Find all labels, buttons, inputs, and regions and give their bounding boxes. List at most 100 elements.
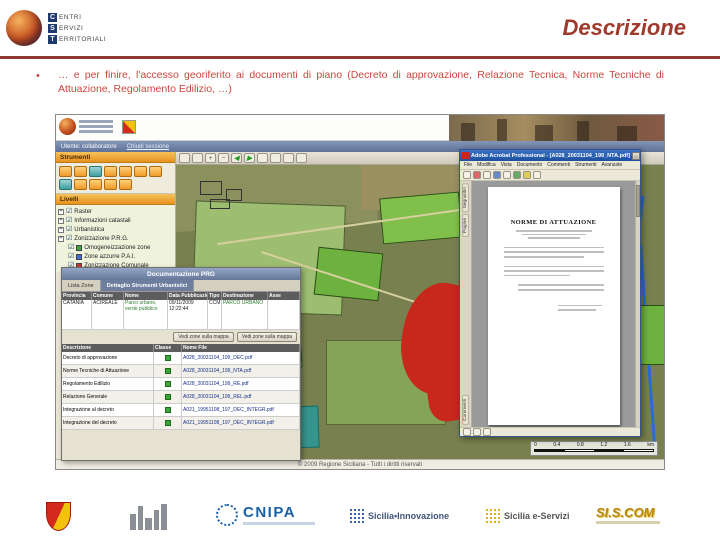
doc-file-link[interactable]: A028_20031104_199_RE.pdf <box>182 378 300 391</box>
doc-row[interactable]: Decreto di approvazione A028_20031104_19… <box>62 352 300 365</box>
tool-button[interactable] <box>59 166 72 177</box>
toolbar-button[interactable] <box>483 171 491 179</box>
expand-icon[interactable]: + <box>58 235 64 242</box>
checkbox-icon[interactable]: ☑ <box>68 253 74 260</box>
tool-button[interactable] <box>74 179 87 190</box>
doc-file-link[interactable]: A028_20031104_199_DEC.pdf <box>182 352 300 365</box>
doc-row[interactable]: Relazione Generale A028_20031104_199_REL… <box>62 391 300 404</box>
logo-word: ERRITORIALI <box>59 35 107 43</box>
layer-item[interactable]: + ☑ Raster <box>58 207 173 216</box>
acrobat-titlebar[interactable]: Adobe Acrobat Professional - [A028_20031… <box>460 150 640 161</box>
map-tool-button[interactable] <box>296 153 307 163</box>
dots-icon <box>349 508 364 523</box>
expand-icon[interactable]: + <box>58 217 64 224</box>
doc-class-cell <box>154 404 182 417</box>
menu-item[interactable]: Strumenti <box>575 162 596 168</box>
map-tool-button[interactable] <box>257 153 268 163</box>
scrollbar-thumb[interactable] <box>636 185 640 217</box>
zone-cell: 09/11/2009 12:22:44 <box>168 300 208 330</box>
vedi-zone-button[interactable]: Vedi zone sulla mappa <box>173 332 234 342</box>
tool-button[interactable] <box>104 166 117 177</box>
layer-item[interactable]: ☑ Omogeneizzazione zone <box>58 243 173 252</box>
menu-item[interactable]: Documento <box>517 162 543 168</box>
checkbox-icon[interactable]: ☑ <box>66 226 72 233</box>
status-button[interactable] <box>463 428 471 436</box>
pan-right-button[interactable]: ▶ <box>244 153 255 163</box>
toolbar-button[interactable] <box>513 171 521 179</box>
toolbar-button[interactable] <box>523 171 531 179</box>
tab-dettaglio-strumenti[interactable]: Dettaglio Strumenti Urbanistici <box>100 280 195 291</box>
map-tool-button[interactable] <box>270 153 281 163</box>
bullet-icon: • <box>36 70 40 82</box>
checkbox-icon[interactable]: ☑ <box>66 208 72 215</box>
vedi-zone-button[interactable]: Vedi zone sulla mappa <box>236 332 297 342</box>
status-button[interactable] <box>473 428 481 436</box>
toolbar-button[interactable] <box>493 171 501 179</box>
menu-item[interactable]: Commenti <box>547 162 570 168</box>
doc-file-link[interactable]: A028_20031104_199_NTA.pdf <box>182 365 300 378</box>
tool-button[interactable] <box>74 166 87 177</box>
tool-button[interactable] <box>89 179 102 190</box>
zone-cell: Parco urbano, verde pubblico <box>124 300 168 330</box>
layer-item[interactable]: + ☑ Urbanistica <box>58 225 173 234</box>
doc-row[interactable]: Integrazione al decreto A021_19951108_19… <box>62 404 300 417</box>
layer-label: Urbanistica <box>74 226 105 233</box>
doc-class-cell <box>154 391 182 404</box>
minimize-button[interactable]: _ <box>631 151 640 160</box>
map-tool-button[interactable] <box>179 153 190 163</box>
layer-item[interactable]: ☑ Zone azzurre P.A.I. <box>58 252 173 261</box>
doc-file-link[interactable]: A028_20031104_199_REL.pdf <box>182 391 300 404</box>
tab-commenti[interactable]: Commenti <box>462 395 469 425</box>
levels-panel-header: Livelli <box>56 194 175 205</box>
tool-button[interactable] <box>89 166 102 177</box>
menu-item[interactable]: Avanzate <box>602 162 623 168</box>
checkbox-icon[interactable]: ☑ <box>66 217 72 224</box>
expand-icon[interactable]: + <box>58 208 64 215</box>
pdf-scrollbar[interactable] <box>635 181 640 427</box>
tool-button[interactable] <box>119 179 132 190</box>
menu-item[interactable]: File <box>464 162 472 168</box>
menu-item[interactable]: Modifica <box>477 162 496 168</box>
doc-file-link[interactable]: A021_19951108_197_DEC_INTEGR.pdf <box>182 404 300 417</box>
map-tool-button[interactable] <box>283 153 294 163</box>
map-parcel-outline <box>200 181 222 195</box>
column-header: Provincia <box>62 292 92 300</box>
pdf-viewport[interactable]: NORME DI ATTUAZIONE <box>472 181 635 427</box>
checkbox-icon[interactable]: ☑ <box>66 235 72 242</box>
tab-segnalibri[interactable]: Segnalibri <box>462 183 469 213</box>
toolbar-button[interactable] <box>463 171 471 179</box>
doc-row[interactable]: Integrazione del decreto A021_19951108_1… <box>62 417 300 430</box>
tab-lista-zone[interactable]: Lista Zone <box>62 280 101 291</box>
doc-row[interactable]: Regolamento Edilizio A028_20031104_199_R… <box>62 378 300 391</box>
popup-titlebar[interactable]: Documentazione PRG <box>62 268 300 280</box>
tool-button[interactable] <box>59 179 72 190</box>
tab-pagine[interactable]: Pagine <box>462 214 469 238</box>
toolbar-button[interactable] <box>473 171 481 179</box>
window-buttons: _ □ ✕ <box>631 151 640 160</box>
zoom-out-button[interactable]: − <box>218 153 229 163</box>
tool-button[interactable] <box>149 166 162 177</box>
menu-item[interactable]: Vista <box>501 162 512 168</box>
layer-item[interactable]: + ☑ Zonizzazione P.R.G. <box>58 234 173 243</box>
pan-left-button[interactable]: ◀ <box>231 153 242 163</box>
status-button[interactable] <box>483 428 491 436</box>
toolbar-button[interactable] <box>533 171 541 179</box>
zoom-in-button[interactable]: + <box>205 153 216 163</box>
map-tool-button[interactable] <box>192 153 203 163</box>
tool-button[interactable] <box>134 166 147 177</box>
checkbox-icon[interactable]: ☑ <box>68 244 74 251</box>
toolbar-button[interactable] <box>503 171 511 179</box>
acrobat-icon <box>462 152 469 159</box>
tool-button[interactable] <box>119 166 132 177</box>
tool-button[interactable] <box>104 179 117 190</box>
layer-item[interactable]: + ☑ Informazioni catastali <box>58 216 173 225</box>
header-photo-banner <box>449 115 664 141</box>
doc-file-link[interactable]: A021_19951108_197_DEC_INTEGR.pdf <box>182 417 300 430</box>
column-header: Comune <box>92 292 124 300</box>
logout-link[interactable]: Chiudi sessione <box>127 144 169 150</box>
doc-row[interactable]: Norme Tecniche di Attuazione A028_200311… <box>62 365 300 378</box>
zone-table-row[interactable]: CATANIA ACIREALE Parco urbano, verde pub… <box>62 300 300 330</box>
scale-tick: 0 <box>534 442 537 448</box>
expand-icon[interactable]: + <box>58 226 64 233</box>
acrobat-window: Adobe Acrobat Professional - [A028_20031… <box>459 149 641 437</box>
